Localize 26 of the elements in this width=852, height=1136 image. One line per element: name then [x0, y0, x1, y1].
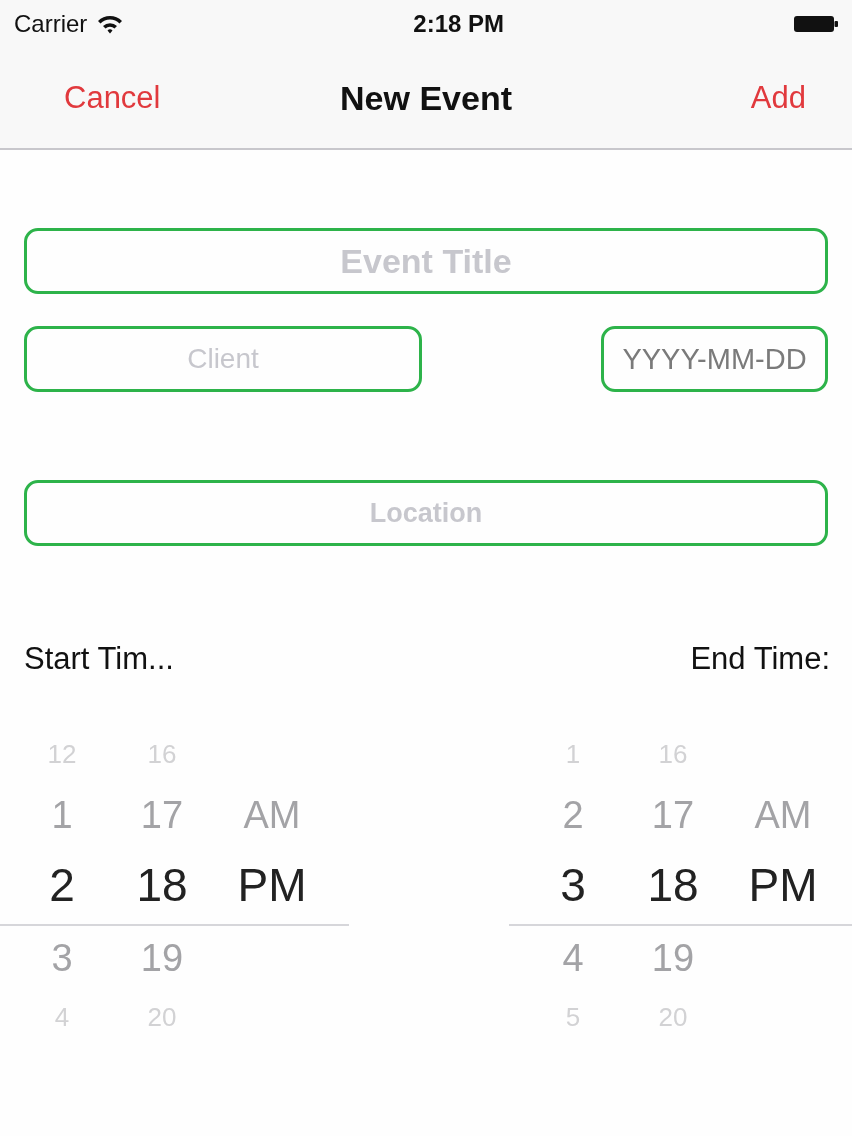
picker-item[interactable]: 2 [562, 796, 584, 834]
picker-item[interactable]: AM [243, 796, 301, 834]
picker-item[interactable]: PM [748, 862, 818, 908]
picker-item[interactable]: PM [237, 862, 307, 908]
picker-item[interactable]: 19 [140, 939, 184, 977]
nav-title: New Event [340, 77, 512, 119]
picker-item[interactable]: AM [754, 796, 812, 834]
picker-item[interactable]: 4 [562, 939, 584, 977]
add-button[interactable]: Add [750, 74, 806, 122]
wifi-icon [97, 14, 124, 34]
picker-item[interactable]: 1 [51, 796, 73, 834]
time-label: Start Tim... [24, 640, 174, 678]
picker-item[interactable]: 18 [136, 862, 188, 908]
picker-item[interactable]: 19 [651, 939, 695, 977]
battery-icon [794, 15, 838, 33]
carrier-label: Carrier [14, 9, 88, 39]
status-time: 2:18 PM [413, 9, 504, 39]
date-field[interactable]: YYYY-MM-DD [601, 326, 828, 392]
picker-item[interactable]: 2 [49, 862, 75, 908]
picker-item[interactable]: 3 [51, 939, 73, 977]
picker-item[interactable]: 18 [647, 862, 699, 908]
picker-item[interactable]: 17 [651, 796, 695, 834]
picker-item[interactable]: 17 [140, 796, 184, 834]
time-label: End Time: [690, 640, 830, 678]
picker-item[interactable]: 3 [560, 862, 586, 908]
cancel-button[interactable]: Cancel [64, 74, 161, 122]
